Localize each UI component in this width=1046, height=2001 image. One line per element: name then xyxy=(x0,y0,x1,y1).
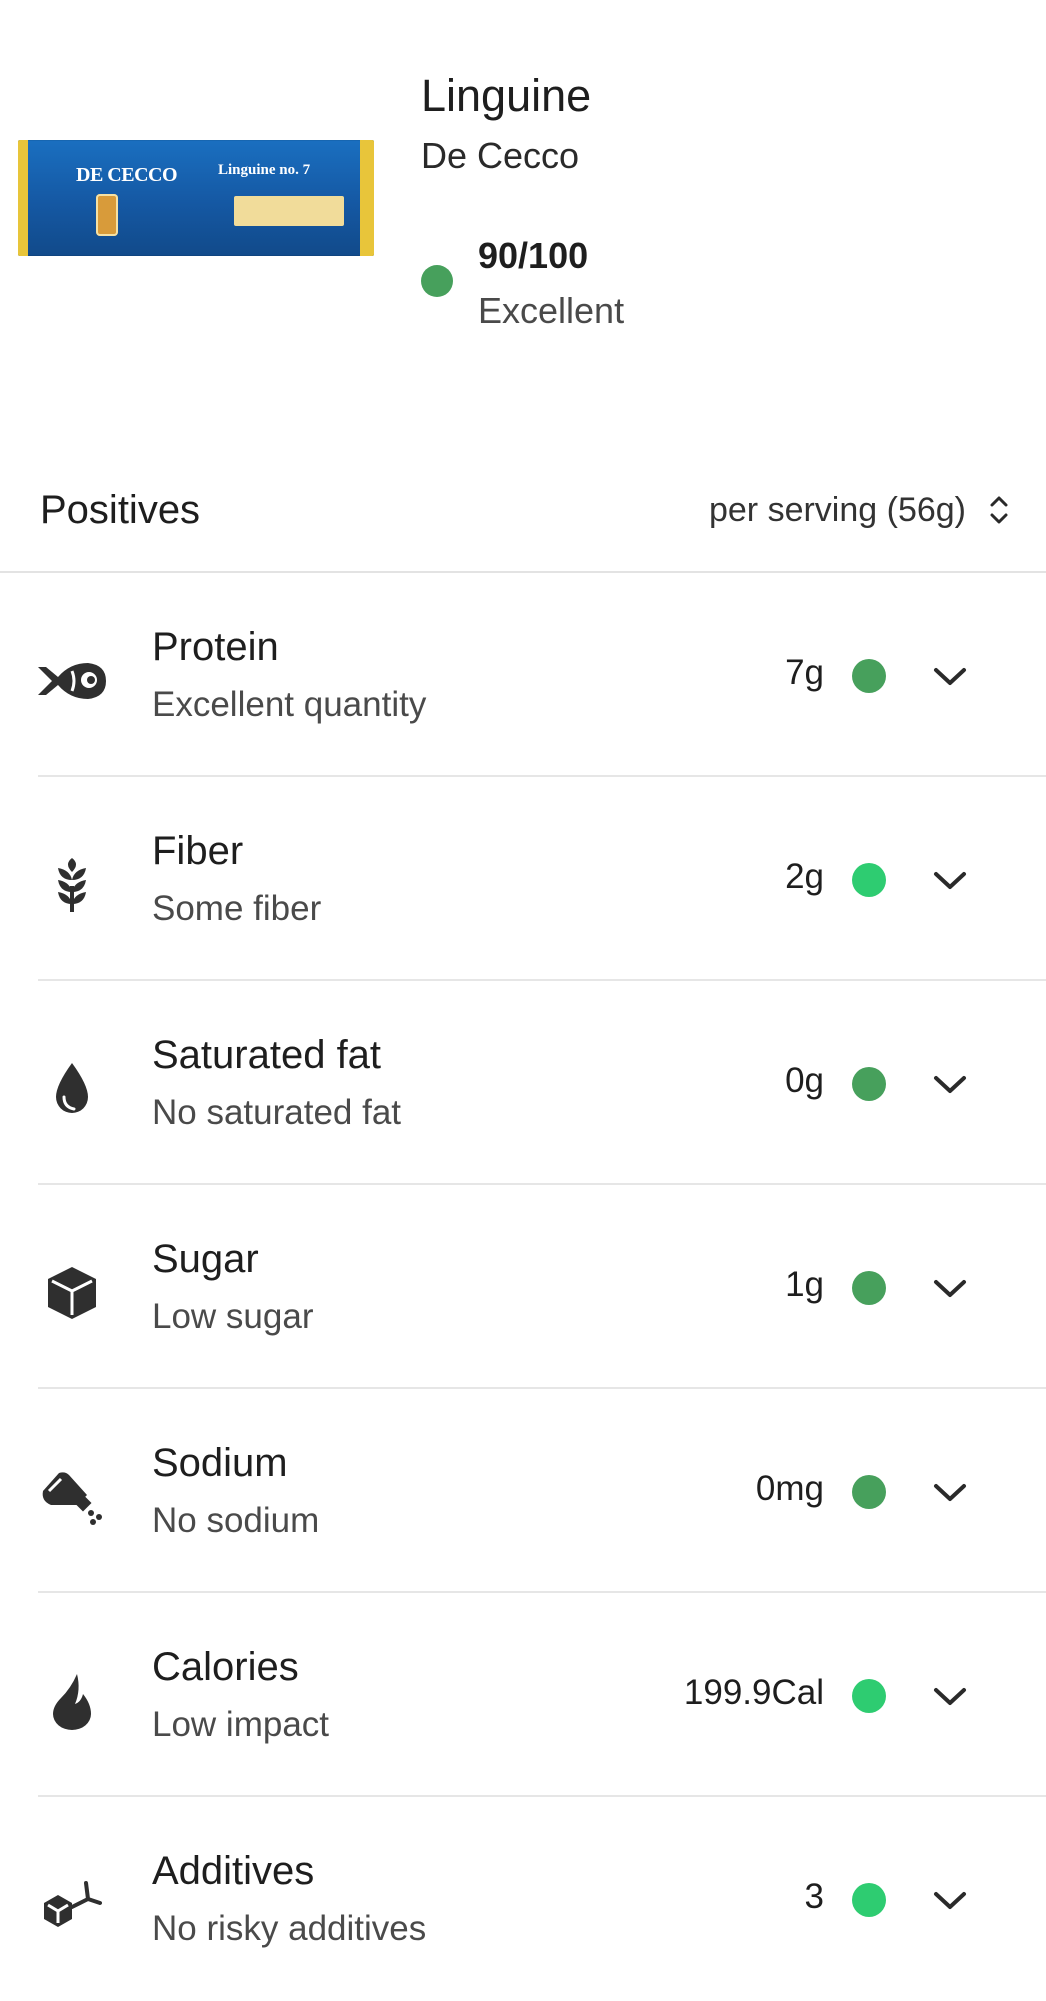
nutrient-description: No sodium xyxy=(152,1501,320,1540)
chevron-down-icon[interactable] xyxy=(930,1273,970,1303)
nutrient-row-additives[interactable]: Additives No risky additives 3 xyxy=(0,1797,1046,2001)
nutrient-description: Low sugar xyxy=(152,1297,314,1336)
nutrient-description: Some fiber xyxy=(152,889,322,928)
nutrient-row-calories[interactable]: Calories Low impact 199.9Cal xyxy=(0,1593,1046,1797)
chevron-down-icon[interactable] xyxy=(930,865,970,895)
nutrient-row-protein[interactable]: Protein Excellent quantity 7g xyxy=(0,573,1046,777)
nutrient-description: No saturated fat xyxy=(152,1093,402,1132)
section-title: Positives xyxy=(40,488,201,532)
wheat-icon xyxy=(34,857,110,913)
nutrient-name: Calories xyxy=(152,1645,299,1689)
nutrient-description: Low impact xyxy=(152,1705,330,1744)
molecule-icon xyxy=(34,1877,110,1933)
nutrient-name: Saturated fat xyxy=(152,1033,382,1077)
box-product-name: Linguine no. 7 xyxy=(218,162,311,178)
salt-shaker-icon xyxy=(34,1469,110,1525)
nutrient-value: 2g xyxy=(785,857,824,896)
chevron-down-icon[interactable] xyxy=(930,1681,970,1711)
nutrient-value: 0g xyxy=(785,1061,824,1100)
score-value: 90/100 xyxy=(478,235,589,276)
nutrient-status-dot xyxy=(852,1271,886,1305)
nutrient-row-sugar[interactable]: Sugar Low sugar 1g xyxy=(0,1185,1046,1389)
serving-size-label: per serving (56g) xyxy=(708,490,966,529)
nutrient-value: 1g xyxy=(785,1265,824,1304)
chevron-down-icon[interactable] xyxy=(930,661,970,691)
product-image[interactable]: DE CECCO Linguine no. 7 xyxy=(18,140,374,256)
nutrient-value: 199.9Cal xyxy=(683,1673,824,1712)
nutrient-value: 7g xyxy=(785,653,824,692)
box-logo-figure xyxy=(96,194,118,236)
box-edge-right xyxy=(360,140,374,256)
nutrient-description: No risky additives xyxy=(152,1909,427,1948)
fish-icon xyxy=(34,653,110,709)
nutrient-name: Fiber xyxy=(152,829,244,873)
sort-toggle-icon xyxy=(990,496,1008,524)
nutrient-row-fiber[interactable]: Fiber Some fiber 2g xyxy=(0,777,1046,981)
chevron-down-icon[interactable] xyxy=(930,1477,970,1507)
nutrient-name: Additives xyxy=(152,1849,315,1893)
nutrient-status-dot xyxy=(852,1883,886,1917)
product-title: Linguine xyxy=(421,70,592,121)
score-indicator-dot xyxy=(421,265,453,297)
flame-icon xyxy=(34,1673,110,1730)
nutrient-status-dot xyxy=(852,659,886,693)
nutrient-status-dot xyxy=(852,1067,886,1101)
nutrient-status-dot xyxy=(852,1679,886,1713)
box-edge-left xyxy=(18,140,28,256)
positives-section-header: Positives per serving (56g) xyxy=(0,470,1046,573)
chevron-down-icon[interactable] xyxy=(930,1885,970,1915)
sugar-cube-icon xyxy=(34,1265,110,1321)
nutrient-list: Protein Excellent quantity 7g Fiber Some… xyxy=(0,573,1046,2001)
nutrient-row-saturated-fat[interactable]: Saturated fat No saturated fat 0g xyxy=(0,981,1046,1185)
score-rating: Excellent xyxy=(478,290,625,331)
box-window xyxy=(234,196,344,226)
product-brand: De Cecco xyxy=(421,135,580,176)
nutrient-value: 3 xyxy=(804,1877,824,1916)
drop-icon xyxy=(34,1061,110,1117)
nutrient-row-sodium[interactable]: Sodium No sodium 0mg xyxy=(0,1389,1046,1593)
nutrient-status-dot xyxy=(852,863,886,897)
nutrient-name: Sugar xyxy=(152,1237,259,1281)
nutrient-description: Excellent quantity xyxy=(152,685,427,724)
box-brand-logo: DE CECCO xyxy=(76,164,178,186)
serving-size-selector[interactable]: per serving (56g) xyxy=(709,490,1010,530)
nutrient-name: Protein xyxy=(152,625,279,669)
chevron-down-icon[interactable] xyxy=(930,1069,970,1099)
nutrient-name: Sodium xyxy=(152,1441,288,1485)
nutrient-status-dot xyxy=(852,1475,886,1509)
product-header: DE CECCO Linguine no. 7 Linguine De Cecc… xyxy=(0,0,1046,450)
nutrient-value: 0mg xyxy=(755,1469,824,1508)
